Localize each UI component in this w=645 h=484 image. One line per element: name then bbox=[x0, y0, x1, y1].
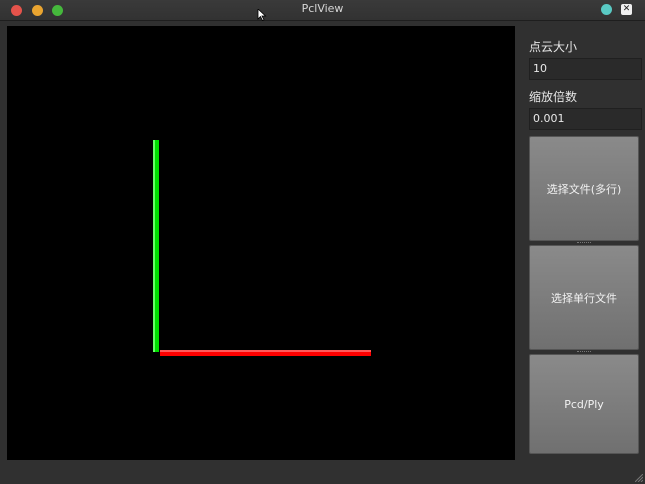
app-indicator-icon[interactable] bbox=[601, 4, 612, 15]
scale-label: 缩放倍数 bbox=[529, 90, 578, 104]
x-axis-highlight bbox=[160, 350, 371, 352]
window-title: PclView bbox=[301, 2, 344, 15]
axes-render bbox=[153, 140, 371, 356]
pcd-ply-button[interactable]: Pcd/Ply bbox=[529, 354, 639, 454]
scale-input[interactable]: 0.001 bbox=[529, 108, 642, 130]
resize-grip-icon[interactable] bbox=[635, 474, 643, 482]
app-window: PclView ✕ 点云大小 10 缩放倍数 0.001 选择文件(多行) 选择… bbox=[0, 0, 645, 484]
select-single-file-button[interactable]: 选择单行文件 bbox=[529, 245, 639, 350]
control-panel: 点云大小 10 缩放倍数 0.001 选择文件(多行) 选择单行文件 Pcd/P… bbox=[525, 26, 645, 466]
point-cloud-viewport[interactable] bbox=[7, 26, 515, 460]
y-axis-highlight bbox=[153, 140, 155, 352]
select-multi-file-button[interactable]: 选择文件(多行) bbox=[529, 136, 639, 241]
mouse-cursor-icon bbox=[257, 9, 267, 21]
point-size-input[interactable]: 10 bbox=[529, 58, 642, 80]
close-app-icon[interactable]: ✕ bbox=[621, 4, 632, 15]
point-size-label: 点云大小 bbox=[529, 40, 578, 54]
title-bar[interactable]: PclView ✕ bbox=[0, 0, 645, 21]
